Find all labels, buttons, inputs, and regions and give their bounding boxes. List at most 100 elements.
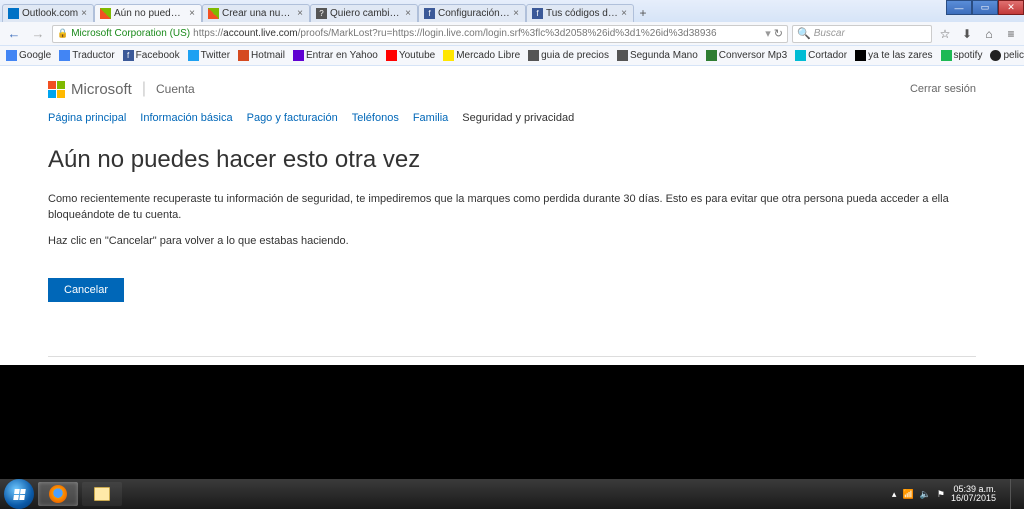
url-prefix: https://: [193, 28, 223, 39]
tab-close-button[interactable]: ×: [405, 8, 411, 19]
bookmark-favicon-icon: [59, 50, 70, 61]
bookmark-item[interactable]: spotify: [941, 50, 983, 61]
bookmark-item[interactable]: guia de precios: [528, 50, 609, 61]
bookmark-favicon-icon: [706, 50, 717, 61]
microsoft-logo-icon: [48, 81, 65, 98]
tray-clock[interactable]: 05:39 a.m. 16/07/2015: [951, 485, 1000, 504]
bookmark-favicon-icon: [188, 50, 199, 61]
page-title: Aún no puedes hacer esto otra vez: [48, 146, 976, 174]
browser-tab-strip: Outlook.com×Aún no puedes hacer es...×Cr…: [0, 0, 1024, 22]
bookmark-favicon-icon: [6, 50, 17, 61]
tab-favicon-icon: [208, 8, 219, 19]
bookmark-item[interactable]: Segunda Mano: [617, 50, 698, 61]
minimize-button[interactable]: —: [946, 0, 972, 15]
maximize-button[interactable]: ▭: [972, 0, 998, 15]
tab-title: Configuración de seguri...: [438, 8, 510, 19]
back-button[interactable]: ←: [4, 24, 24, 44]
task-explorer[interactable]: [82, 482, 122, 506]
tray-sound-icon[interactable]: 🔈: [920, 489, 931, 500]
nav-phones[interactable]: Teléfonos: [352, 112, 399, 124]
new-tab-button[interactable]: +: [634, 6, 652, 22]
bookmark-item[interactable]: Twitter: [188, 50, 230, 61]
forward-button[interactable]: →: [28, 24, 48, 44]
nav-pay[interactable]: Pago y facturación: [247, 112, 338, 124]
tray-network-icon[interactable]: 📶: [902, 489, 913, 500]
task-firefox[interactable]: [38, 482, 78, 506]
reload-button[interactable]: ↻: [774, 27, 783, 40]
identity-label: Microsoft Corporation (US): [71, 28, 190, 39]
bookmark-item[interactable]: Mercado Libre: [443, 50, 520, 61]
browser-tab[interactable]: fConfiguración de seguri...×: [418, 4, 526, 22]
bookmark-star-button[interactable]: ☆: [936, 27, 954, 41]
browser-tab[interactable]: ?Quiero cambiar mi num...×: [310, 4, 418, 22]
browser-tab[interactable]: fTus códigos de aprobac...×: [526, 4, 634, 22]
menu-button[interactable]: ≡: [1002, 27, 1020, 41]
bookmark-item[interactable]: Cortador: [795, 50, 847, 61]
history-dropdown-icon[interactable]: ▾: [765, 27, 771, 40]
tab-close-button[interactable]: ×: [513, 8, 519, 19]
nav-basic[interactable]: Información básica: [140, 112, 232, 124]
bookmarks-toolbar: Google Traductor fFacebook Twitter Hotmail En…: [0, 46, 1024, 66]
bookmark-label: Traductor: [72, 50, 114, 61]
brand-separator: |: [142, 80, 146, 98]
bookmark-label: Google: [19, 50, 51, 61]
bookmark-label: spotify: [954, 50, 983, 61]
paragraph-2: Haz clic en "Cancelar" para volver a lo …: [48, 234, 976, 250]
page-content: Microsoft | Cuenta Cerrar sesión Página …: [0, 66, 1024, 379]
nav-security[interactable]: Seguridad y privacidad: [462, 112, 574, 124]
browser-tab[interactable]: Outlook.com×: [2, 4, 94, 22]
tab-favicon-icon: [100, 8, 111, 19]
url-text[interactable]: https://account.live.com/proofs/MarkLost…: [193, 28, 762, 39]
bookmark-label: Facebook: [136, 50, 180, 61]
nav-family[interactable]: Familia: [413, 112, 448, 124]
tray-action-center-icon[interactable]: ⚑: [937, 489, 945, 500]
tray-date: 16/07/2015: [951, 494, 996, 503]
search-bar[interactable]: 🔍 Buscar: [792, 25, 932, 43]
bookmark-label: guia de precios: [541, 50, 609, 61]
bookmark-favicon-icon: [855, 50, 866, 61]
bookmark-item[interactable]: fFacebook: [123, 50, 180, 61]
tab-close-button[interactable]: ×: [189, 8, 195, 19]
tab-close-button[interactable]: ×: [297, 8, 303, 19]
bookmark-item[interactable]: Hotmail: [238, 50, 285, 61]
browser-tab[interactable]: Crear una nueva pregun...×: [202, 4, 310, 22]
bookmark-favicon-icon: [617, 50, 628, 61]
firefox-icon: [49, 485, 67, 503]
bookmark-item[interactable]: Youtube: [386, 50, 435, 61]
tab-favicon-icon: [8, 8, 19, 19]
cancel-button[interactable]: Cancelar: [48, 278, 124, 302]
site-identity[interactable]: 🔒 Microsoft Corporation (US): [57, 28, 190, 39]
browser-tab[interactable]: Aún no puedes hacer es...×: [94, 4, 202, 22]
ms-header: Microsoft | Cuenta Cerrar sesión: [48, 66, 976, 104]
nav-home[interactable]: Página principal: [48, 112, 126, 124]
bookmark-item[interactable]: Traductor: [59, 50, 114, 61]
close-window-button[interactable]: ✕: [998, 0, 1024, 15]
url-bar[interactable]: 🔒 Microsoft Corporation (US) https://acc…: [52, 25, 788, 43]
signout-link[interactable]: Cerrar sesión: [910, 83, 976, 95]
account-nav: Página principal Información básica Pago…: [48, 104, 976, 134]
url-host: account.live.com: [223, 28, 297, 39]
tab-favicon-icon: f: [532, 8, 543, 19]
tray-up-icon[interactable]: ▴: [892, 489, 897, 500]
bookmark-label: Hotmail: [251, 50, 285, 61]
tab-close-button[interactable]: ×: [621, 8, 627, 19]
url-rest: /proofs/MarkLost?ru=https://login.live.c…: [298, 28, 717, 39]
bookmark-item[interactable]: peliculas: [990, 50, 1024, 61]
bookmark-item[interactable]: ya te las zares: [855, 50, 932, 61]
home-button[interactable]: ⌂: [980, 27, 998, 41]
start-button[interactable]: [4, 479, 34, 509]
bookmark-item[interactable]: Google: [6, 50, 51, 61]
bookmark-favicon-icon: [443, 50, 454, 61]
browser-nav-bar: ← → 🔒 Microsoft Corporation (US) https:/…: [0, 22, 1024, 46]
bookmark-favicon-icon: [528, 50, 539, 61]
search-icon: 🔍: [797, 27, 811, 40]
bookmark-item[interactable]: Entrar en Yahoo: [293, 50, 378, 61]
show-desktop-button[interactable]: [1010, 479, 1020, 509]
ms-brand[interactable]: Microsoft | Cuenta: [48, 80, 195, 98]
downloads-button[interactable]: ⬇: [958, 27, 976, 41]
tab-close-button[interactable]: ×: [81, 8, 87, 19]
bookmark-label: ya te las zares: [868, 50, 932, 61]
bookmark-item[interactable]: Conversor Mp3: [706, 50, 787, 61]
tab-favicon-icon: ?: [316, 8, 327, 19]
bookmark-favicon-icon: [990, 50, 1001, 61]
